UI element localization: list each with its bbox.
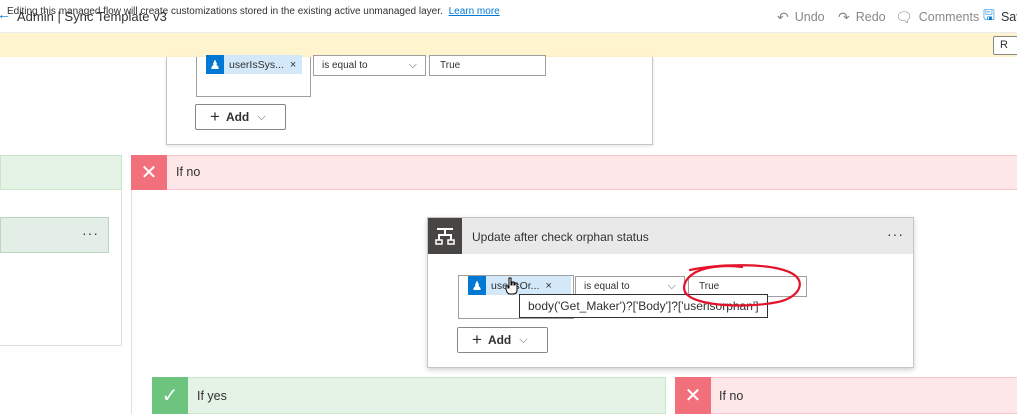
chevron-down-icon: ⌵ [519, 333, 528, 346]
dataverse-icon: ♟ [206, 55, 224, 74]
nested-if-no-label: If no [719, 389, 744, 403]
top-condition-token[interactable]: ♟ userIsSys... × [206, 55, 302, 74]
remove-token-icon[interactable]: × [290, 59, 296, 71]
if-no-header[interactable] [131, 155, 1017, 190]
top-add-label: Add [225, 110, 250, 124]
condition-icon [428, 218, 462, 254]
save-button[interactable]: 🖫 Sav [983, 7, 1017, 26]
undo-label: Undo [794, 10, 825, 24]
update-add-label: Add [487, 333, 512, 347]
redo-label: Redo [855, 10, 886, 24]
more-options-icon[interactable]: ··· [887, 226, 904, 242]
checkmark-icon: ✓ [152, 377, 188, 414]
dataverse-icon: ♟ [468, 276, 486, 295]
red-highlight-annotation [678, 262, 808, 317]
comment-icon: 🗨 [895, 8, 913, 25]
comments-label: Comments [918, 10, 980, 24]
chevron-down-icon: ⌵ [257, 110, 266, 123]
save-icon: 🖫 [983, 7, 995, 23]
update-operator-label: is equal to [584, 281, 630, 292]
plus-icon: + [472, 330, 482, 349]
top-operator-select[interactable]: is equal to ⌵ [313, 55, 426, 76]
left-if-yes-header [0, 155, 122, 190]
warning-message: Editing this managed flow will create cu… [7, 6, 500, 17]
update-card-title: Update after check orphan status [472, 230, 649, 244]
top-value-input[interactable]: True [429, 55, 546, 76]
more-options-icon[interactable]: ··· [82, 225, 99, 241]
top-operator-label: is equal to [322, 60, 368, 71]
remove-token-icon[interactable]: × [545, 280, 551, 292]
comments-button[interactable]: 🗨 Comments [895, 8, 979, 26]
update-add-button[interactable]: + Add ⌵ [457, 327, 548, 353]
warning-text: Editing this managed flow will create cu… [7, 6, 443, 17]
undo-button[interactable]: ↶ Undo [777, 8, 825, 26]
warning-bar [0, 33, 1017, 57]
top-add-button[interactable]: + Add ⌵ [195, 104, 286, 130]
hand-cursor-icon [505, 277, 519, 300]
plus-icon: + [210, 107, 220, 126]
redo-icon: ↷ [838, 8, 850, 25]
redo-button[interactable]: ↷ Redo [838, 8, 886, 26]
top-token-label: userIsSys... [229, 58, 284, 71]
undo-icon: ↶ [777, 8, 789, 25]
chevron-down-icon: ⌵ [408, 59, 417, 71]
close-icon: ✕ [675, 377, 711, 414]
close-icon: ✕ [131, 155, 167, 190]
learn-more-link[interactable]: Learn more [449, 6, 500, 17]
if-no-label: If no [176, 165, 201, 179]
save-label: Sav [1000, 10, 1017, 24]
warning-action-button[interactable]: R [993, 36, 1017, 55]
left-branch-body [0, 190, 122, 346]
if-yes-header[interactable] [152, 377, 666, 414]
if-yes-label: If yes [197, 389, 227, 403]
update-condition-token[interactable]: ♟ userIsOr... × [468, 276, 571, 295]
